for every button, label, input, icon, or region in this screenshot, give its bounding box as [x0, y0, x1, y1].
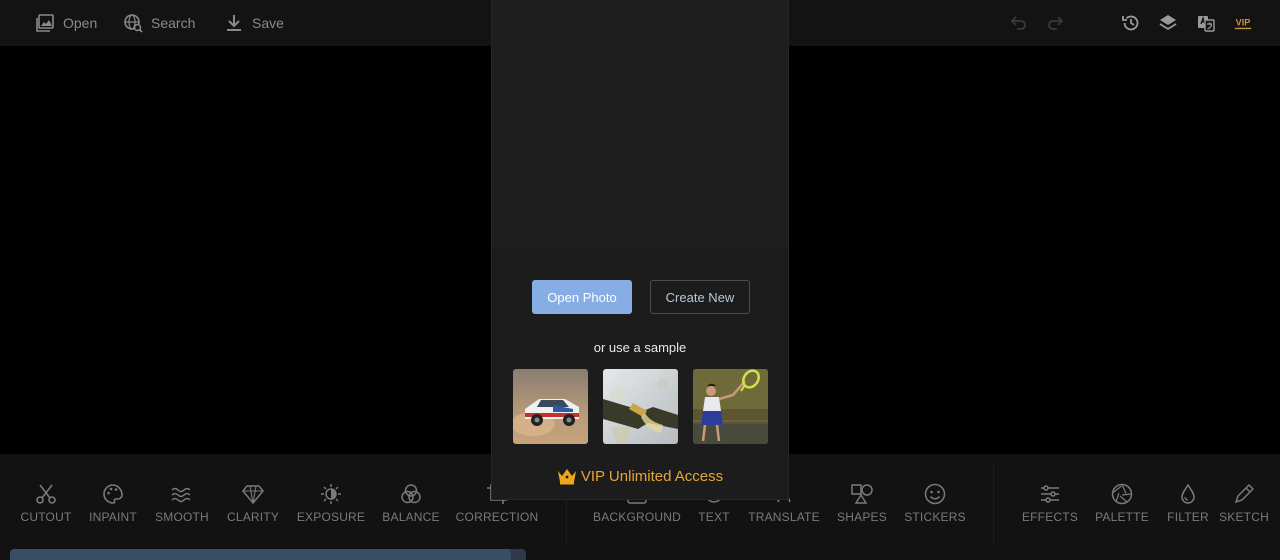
progress-bar: [10, 549, 526, 560]
open-photo-button[interactable]: Open Photo: [532, 280, 632, 314]
sun-icon: [321, 484, 341, 504]
tool-clarity[interactable]: CLARITY: [213, 482, 293, 524]
tool-label: TEXT: [698, 510, 730, 524]
tool-shapes[interactable]: SHAPES: [822, 482, 902, 524]
download-icon: [227, 15, 241, 31]
waves-icon: [171, 487, 191, 503]
tool-effects[interactable]: EFFECTS: [1010, 482, 1090, 524]
sample-prompt: or use a sample: [593, 340, 687, 355]
diamond-icon: [242, 485, 264, 505]
vip-unlimited-link[interactable]: VIP Unlimited Access: [492, 467, 788, 485]
tool-smooth[interactable]: SMOOTH: [142, 482, 222, 524]
tool-stickers[interactable]: STICKERS: [895, 482, 975, 524]
tool-label: EFFECTS: [1021, 510, 1079, 524]
sample-thumbnail-rally[interactable]: [513, 369, 588, 444]
redo-button[interactable]: [1045, 12, 1067, 34]
smiley-icon: [924, 483, 946, 505]
crown-icon: [557, 469, 576, 485]
tool-label: FILTER: [1167, 510, 1209, 524]
sample-thumbnail-champagne[interactable]: [603, 369, 678, 444]
search-label: Search: [151, 15, 196, 31]
tool-label: SMOOTH: [155, 510, 209, 524]
tool-inpaint[interactable]: INPAINT: [73, 482, 153, 524]
tool-label: INPAINT: [89, 510, 137, 524]
undo-icon: [1010, 16, 1026, 30]
aperture-icon: [1111, 483, 1133, 505]
layers-icon: [1159, 15, 1177, 31]
history-button[interactable]: [1120, 12, 1142, 34]
open-label: Open: [63, 15, 98, 31]
tool-label: BALANCE: [382, 510, 440, 524]
tool-label: STICKERS: [904, 510, 966, 524]
rally-car-image: [513, 369, 588, 444]
tool-filter[interactable]: FILTER: [1148, 482, 1228, 524]
vip-button[interactable]: VIP: [1232, 12, 1254, 34]
tool-label: PALETTE: [1095, 510, 1149, 524]
tool-label: CORRECTION: [455, 510, 539, 524]
dialog-preview-area: [492, 0, 788, 248]
shapes-icon: [851, 484, 873, 504]
palette-brush-icon: [103, 484, 123, 504]
tool-balance[interactable]: BALANCE: [371, 482, 451, 524]
tool-label: CLARITY: [226, 510, 280, 524]
tool-exposure[interactable]: EXPOSURE: [291, 482, 371, 524]
tennis-player-image: [693, 369, 768, 444]
rgb-circles-icon: [401, 484, 421, 504]
progress-fill: [10, 549, 511, 560]
vip-text: VIP Unlimited Access: [580, 467, 724, 485]
tool-label: BACKGROUND: [593, 510, 682, 524]
tool-sketch[interactable]: SKETCH: [1218, 482, 1270, 524]
vip-badge-text: VIP: [1236, 18, 1251, 28]
sliders-icon: [1041, 485, 1059, 503]
tool-label: SHAPES: [837, 510, 887, 524]
language-button[interactable]: [1195, 12, 1217, 34]
drop-icon: [1181, 483, 1195, 504]
search-button[interactable]: Search: [123, 11, 195, 35]
undo-button[interactable]: [1007, 12, 1029, 34]
pencil-icon: [1234, 483, 1255, 504]
tool-label: EXPOSURE: [296, 510, 366, 524]
vip-icon: VIP: [1234, 18, 1252, 30]
save-button[interactable]: Save: [224, 11, 284, 35]
tool-label: TRANSLATE: [748, 510, 820, 524]
champagne-image: [603, 369, 678, 444]
create-new-button[interactable]: Create New: [650, 280, 750, 314]
open-button[interactable]: Open: [35, 11, 97, 35]
tool-label: SKETCH: [1219, 510, 1269, 524]
save-label: Save: [252, 15, 284, 31]
start-dialog: Open Photo Create New or use a sample VI…: [491, 0, 789, 500]
image-icon: [36, 14, 54, 32]
layers-button[interactable]: [1157, 12, 1179, 34]
tool-label: CUTOUT: [20, 510, 72, 524]
history-icon: [1122, 15, 1139, 31]
translate-icon: [1198, 15, 1215, 32]
scissors-icon: [36, 484, 56, 504]
sample-thumbnail-tennis[interactable]: [693, 369, 768, 444]
redo-icon: [1048, 16, 1064, 30]
toolbar-divider: [993, 464, 994, 544]
globe-search-icon: [124, 14, 143, 33]
